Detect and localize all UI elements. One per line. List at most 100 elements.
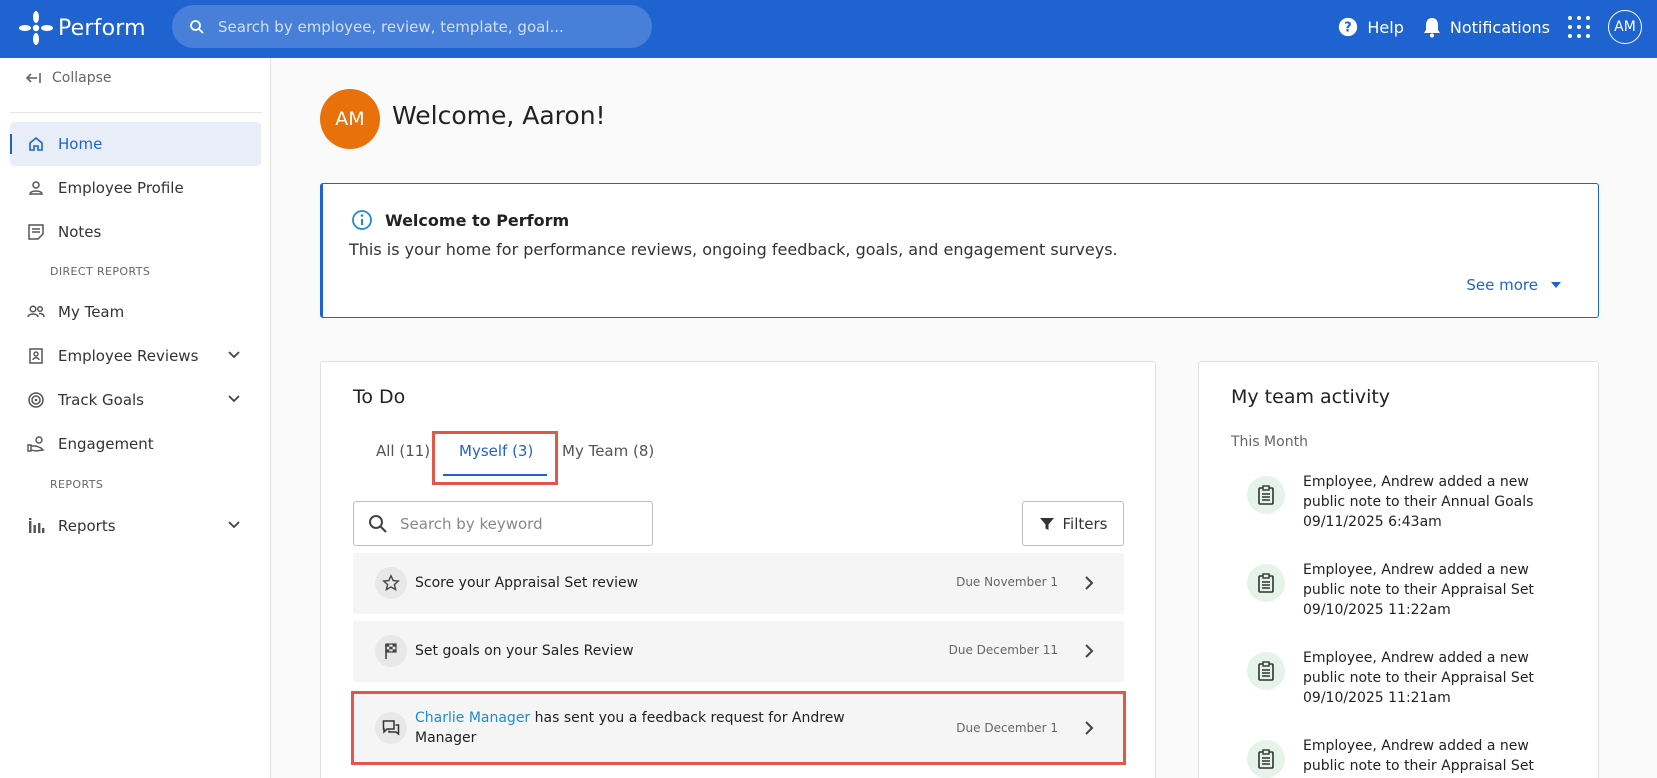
welcome-avatar: AM — [320, 89, 380, 149]
search-icon — [369, 514, 387, 533]
banner-body: This is your home for performance review… — [349, 240, 1118, 259]
todo-card: To Do All (11) Myself (3) My Team (8) Fi… — [320, 361, 1156, 778]
sidebar-item-employee-reviews[interactable]: Employee Reviews — [10, 334, 261, 378]
banner-title: Welcome to Perform — [385, 211, 570, 230]
note-icon — [26, 222, 46, 242]
info-icon — [352, 210, 372, 230]
sidebar-item-reports[interactable]: Reports — [10, 504, 261, 548]
todo-item[interactable]: Set goals on your Sales Review Due Decem… — [353, 621, 1124, 682]
todo-item-text: Set goals on your Sales Review — [415, 643, 634, 659]
due-date: Due November 1 — [956, 575, 1058, 589]
chevron-down-icon[interactable] — [227, 392, 241, 406]
chevron-down-icon[interactable] — [227, 348, 241, 362]
help-button[interactable]: ? Help — [1337, 16, 1404, 38]
tab-my-team[interactable]: My Team (8) — [562, 442, 654, 460]
sidebar-item-label: My Team — [58, 303, 125, 321]
todo-item-text: Score your Appraisal Set review — [415, 575, 639, 591]
flag-icon — [375, 635, 407, 667]
svg-text:?: ? — [1345, 21, 1352, 36]
sidebar-item-engagement[interactable]: Engagement — [10, 422, 261, 466]
team-activity-title: My team activity — [1231, 386, 1391, 408]
user-avatar[interactable]: AM — [1608, 10, 1642, 44]
sidebar-item-label: Reports — [58, 517, 116, 535]
sidebar-item-track-goals[interactable]: Track Goals — [10, 378, 261, 422]
global-search[interactable] — [172, 5, 652, 48]
notifications-label: Notifications — [1449, 17, 1550, 37]
todo-title: To Do — [353, 386, 406, 408]
see-more-label: See more — [1466, 276, 1538, 294]
activity-text: Employee, Andrew added a new public note… — [1303, 472, 1553, 532]
section-direct-reports: DIRECT REPORTS — [50, 265, 151, 278]
activity-line: public note to their Annual Goals — [1303, 494, 1534, 510]
activity-text: Employee, Andrew added a new public note… — [1303, 648, 1553, 708]
filters-label: Filters — [1062, 514, 1108, 533]
section-reports: REPORTS — [50, 478, 104, 491]
activity-line: public note to their Appraisal Set — [1303, 758, 1534, 774]
search-icon — [190, 19, 204, 34]
collapse-label: Collapse — [52, 70, 112, 86]
sidebar-item-home[interactable]: Home — [10, 122, 261, 166]
activity-text: Employee, Andrew added a new public note… — [1303, 736, 1553, 776]
activity-line: Employee, Andrew added a new — [1303, 738, 1529, 754]
activity-time: 09/10/2025 11:21am — [1303, 690, 1451, 706]
collapse-button[interactable]: Collapse — [24, 70, 112, 86]
target-icon — [26, 390, 46, 410]
period-label: This Month — [1231, 434, 1308, 450]
activity-time: 09/11/2025 6:43am — [1303, 514, 1442, 530]
top-bar: Perform ? Help Notifications AM — [0, 0, 1657, 58]
person-icon — [26, 178, 46, 198]
review-icon — [26, 346, 46, 366]
clipboard-icon — [1247, 476, 1285, 514]
sidebar-item-notes[interactable]: Notes — [10, 210, 261, 254]
filter-icon — [1039, 517, 1054, 530]
sidebar-item-label: Employee Profile — [58, 179, 184, 197]
activity-line: Employee, Andrew added a new — [1303, 474, 1529, 490]
highlight-box — [351, 691, 1126, 765]
activity-text: Employee, Andrew added a new public note… — [1303, 560, 1553, 620]
clipboard-icon — [1247, 564, 1285, 602]
tab-all[interactable]: All (11) — [376, 442, 430, 460]
activity-line: public note to their Appraisal Set — [1303, 582, 1534, 598]
help-icon: ? — [1339, 17, 1358, 37]
keyword-search-input[interactable] — [400, 514, 640, 533]
clipboard-icon — [1247, 740, 1285, 778]
help-label: Help — [1367, 17, 1404, 37]
sidebar-item-label: Notes — [58, 223, 102, 241]
chevron-right-icon[interactable] — [1084, 643, 1094, 659]
team-activity-card: My team activity This Month Employee, An… — [1198, 361, 1599, 778]
bar-chart-icon — [26, 516, 46, 536]
highlight-box — [432, 431, 558, 485]
sidebar: Collapse Home Employee Profile Notes DIR… — [0, 58, 271, 778]
global-search-input[interactable] — [218, 17, 618, 36]
top-right-actions: ? Help Notifications AM — [1337, 0, 1657, 54]
bell-icon — [1423, 18, 1440, 38]
keyword-search[interactable] — [353, 501, 653, 546]
activity-line: public note to their Appraisal Set — [1303, 670, 1534, 686]
filters-button[interactable]: Filters — [1022, 501, 1124, 546]
divider — [10, 112, 262, 113]
app-name: Perform — [58, 15, 146, 41]
engagement-icon — [26, 434, 46, 454]
team-icon — [26, 302, 46, 322]
chevron-right-icon[interactable] — [1084, 575, 1094, 591]
page-title: Welcome, Aaron! — [392, 101, 606, 130]
due-date: Due December 11 — [948, 643, 1058, 657]
sidebar-item-label: Employee Reviews — [58, 347, 199, 365]
caret-down-icon — [1551, 282, 1561, 288]
activity-time: 09/10/2025 11:22am — [1303, 602, 1451, 618]
sidebar-item-label: Home — [58, 135, 103, 153]
todo-item[interactable]: Score your Appraisal Set review Due Nove… — [353, 553, 1124, 614]
sidebar-item-my-team[interactable]: My Team — [10, 290, 261, 334]
welcome-banner: Welcome to Perform This is your home for… — [320, 183, 1599, 318]
perform-logo[interactable]: Perform — [16, 8, 146, 48]
sidebar-item-employee-profile[interactable]: Employee Profile — [10, 166, 261, 210]
star-icon — [375, 567, 407, 599]
chevron-down-icon[interactable] — [227, 518, 241, 532]
sidebar-item-label: Engagement — [58, 435, 154, 453]
clipboard-icon — [1247, 652, 1285, 690]
app-launcher-icon[interactable] — [1568, 16, 1590, 38]
home-icon — [26, 134, 46, 154]
activity-line: Employee, Andrew added a new — [1303, 562, 1529, 578]
notifications-button[interactable]: Notifications — [1422, 16, 1550, 38]
see-more-button[interactable]: See more — [1466, 276, 1562, 294]
